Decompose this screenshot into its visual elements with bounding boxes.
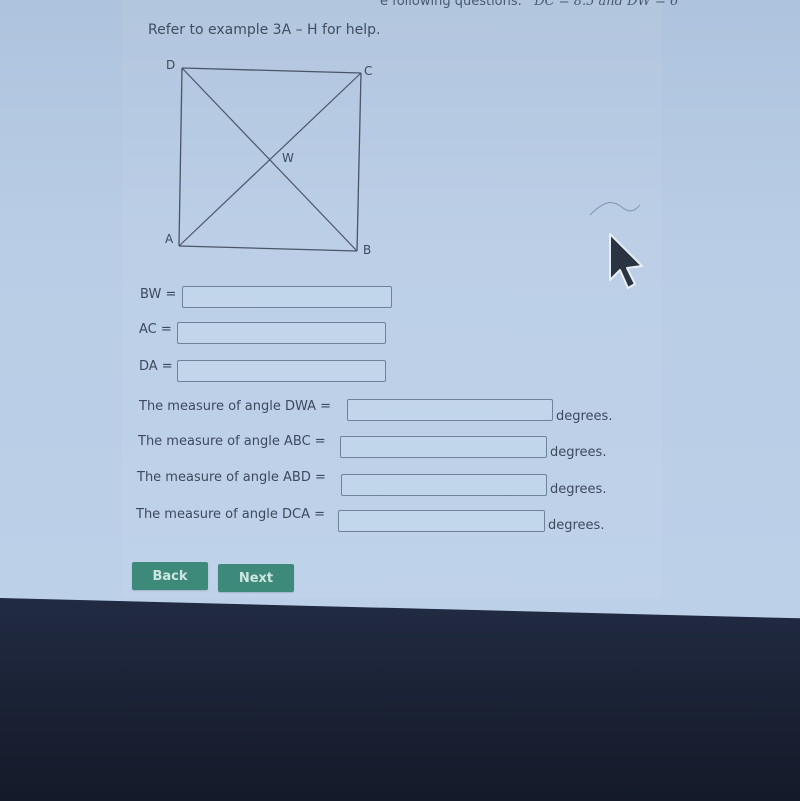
side-cb: [356, 72, 362, 252]
da-input[interactable]: [177, 360, 386, 382]
mouse-pointer-icon: [609, 233, 643, 289]
angle-dca-input[interactable]: [338, 510, 545, 532]
vertex-label-b: B: [363, 243, 371, 257]
angle-dwa-label: The measure of angle DWA =: [139, 399, 332, 414]
angle-abd-label: The measure of angle ABD =: [137, 470, 326, 485]
vertex-label-w: W: [282, 151, 294, 165]
angle-abc-input[interactable]: [340, 436, 547, 458]
angle-dwa-input[interactable]: [347, 399, 553, 421]
question-header: e following questions. DC = 8.5 and DW =…: [380, 0, 678, 9]
angle-abd-unit: degrees.: [550, 482, 607, 497]
angle-abc-label: The measure of angle ABC =: [138, 434, 326, 449]
question-text: e following questions.: [380, 0, 522, 9]
bw-label: BW =: [140, 287, 177, 302]
side-ad: [178, 67, 183, 247]
vertex-label-d: D: [166, 58, 175, 72]
angle-dca-label: The measure of angle DCA =: [136, 507, 326, 522]
vertex-label-a: A: [165, 232, 174, 246]
square-diagram: D C W A B: [165, 58, 372, 257]
given-values: DC = 8.5 and DW = 6: [534, 0, 679, 9]
diagonal-ac: [178, 72, 362, 247]
angle-abd-input[interactable]: [341, 474, 547, 496]
bw-input[interactable]: [182, 286, 392, 308]
screen-smudge: [589, 202, 641, 216]
da-label: DA =: [139, 359, 173, 374]
back-button[interactable]: Back: [132, 562, 208, 590]
next-button[interactable]: Next: [218, 564, 294, 592]
side-dc: [181, 67, 362, 74]
angle-dwa-unit: degrees.: [556, 409, 613, 424]
ac-input[interactable]: [177, 322, 386, 344]
side-ba: [178, 245, 358, 252]
angle-abc-unit: degrees.: [550, 445, 607, 460]
help-text: Refer to example 3A – H for help.: [148, 22, 381, 38]
ac-label: AC =: [139, 322, 172, 337]
angle-dca-unit: degrees.: [548, 518, 605, 533]
screen: e following questions. DC = 8.5 and DW =…: [0, 0, 800, 620]
monitor-bezel: [0, 598, 800, 801]
vertex-label-c: C: [364, 64, 372, 78]
